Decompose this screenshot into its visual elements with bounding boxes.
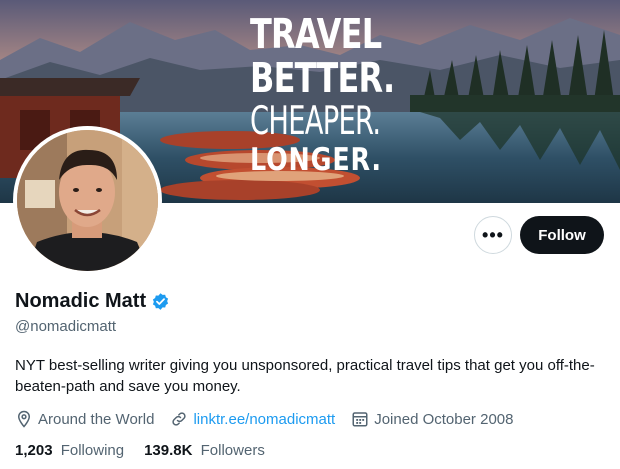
profile-name-row: Nomadic Matt	[15, 290, 170, 313]
following-count: 1,203	[15, 442, 53, 459]
follow-button[interactable]: Follow	[520, 216, 604, 254]
followers-count: 139.8K	[144, 442, 193, 459]
joined-text: Joined October 2008	[374, 410, 514, 428]
link-icon	[172, 412, 187, 426]
banner-line-4: LONGER.	[250, 142, 382, 178]
banner-line-3: CHEAPER.	[250, 99, 381, 144]
followers-stat[interactable]: 139.8K Followers	[144, 442, 265, 459]
banner-line-1: TRAVEL	[250, 10, 382, 58]
website-link[interactable]: linktr.ee/nomadicmatt	[193, 411, 335, 428]
more-dots-icon: •••	[482, 224, 504, 245]
avatar-photo	[17, 130, 158, 271]
verified-badge-icon[interactable]	[151, 292, 170, 311]
following-label: Following	[60, 442, 125, 459]
profile-stats: 1,203 Following 139.8K Followers	[15, 442, 285, 459]
profile-meta: Around the World linktr.ee/nomadicmatt J…	[15, 410, 529, 428]
banner-line-2: BETTER.	[250, 54, 395, 102]
followers-label: Followers	[200, 442, 265, 459]
location-text: Around the World	[38, 410, 155, 428]
profile-avatar[interactable]	[13, 126, 162, 275]
profile-name: Nomadic Matt	[15, 290, 147, 312]
profile-handle: @nomadicmatt	[15, 318, 117, 335]
calendar-icon	[352, 412, 368, 427]
joined-item: Joined October 2008	[351, 410, 513, 428]
banner-slogan: TRAVEL BETTER. CHEAPER. LONGER.	[250, 14, 436, 176]
location-pin-icon	[17, 410, 31, 428]
website-item[interactable]: linktr.ee/nomadicmatt	[170, 410, 335, 428]
profile-bio: NYT best-selling writer giving you unspo…	[15, 357, 595, 395]
location-item: Around the World	[15, 410, 154, 428]
following-stat[interactable]: 1,203 Following	[15, 442, 124, 459]
more-options-button[interactable]: •••	[474, 216, 512, 254]
